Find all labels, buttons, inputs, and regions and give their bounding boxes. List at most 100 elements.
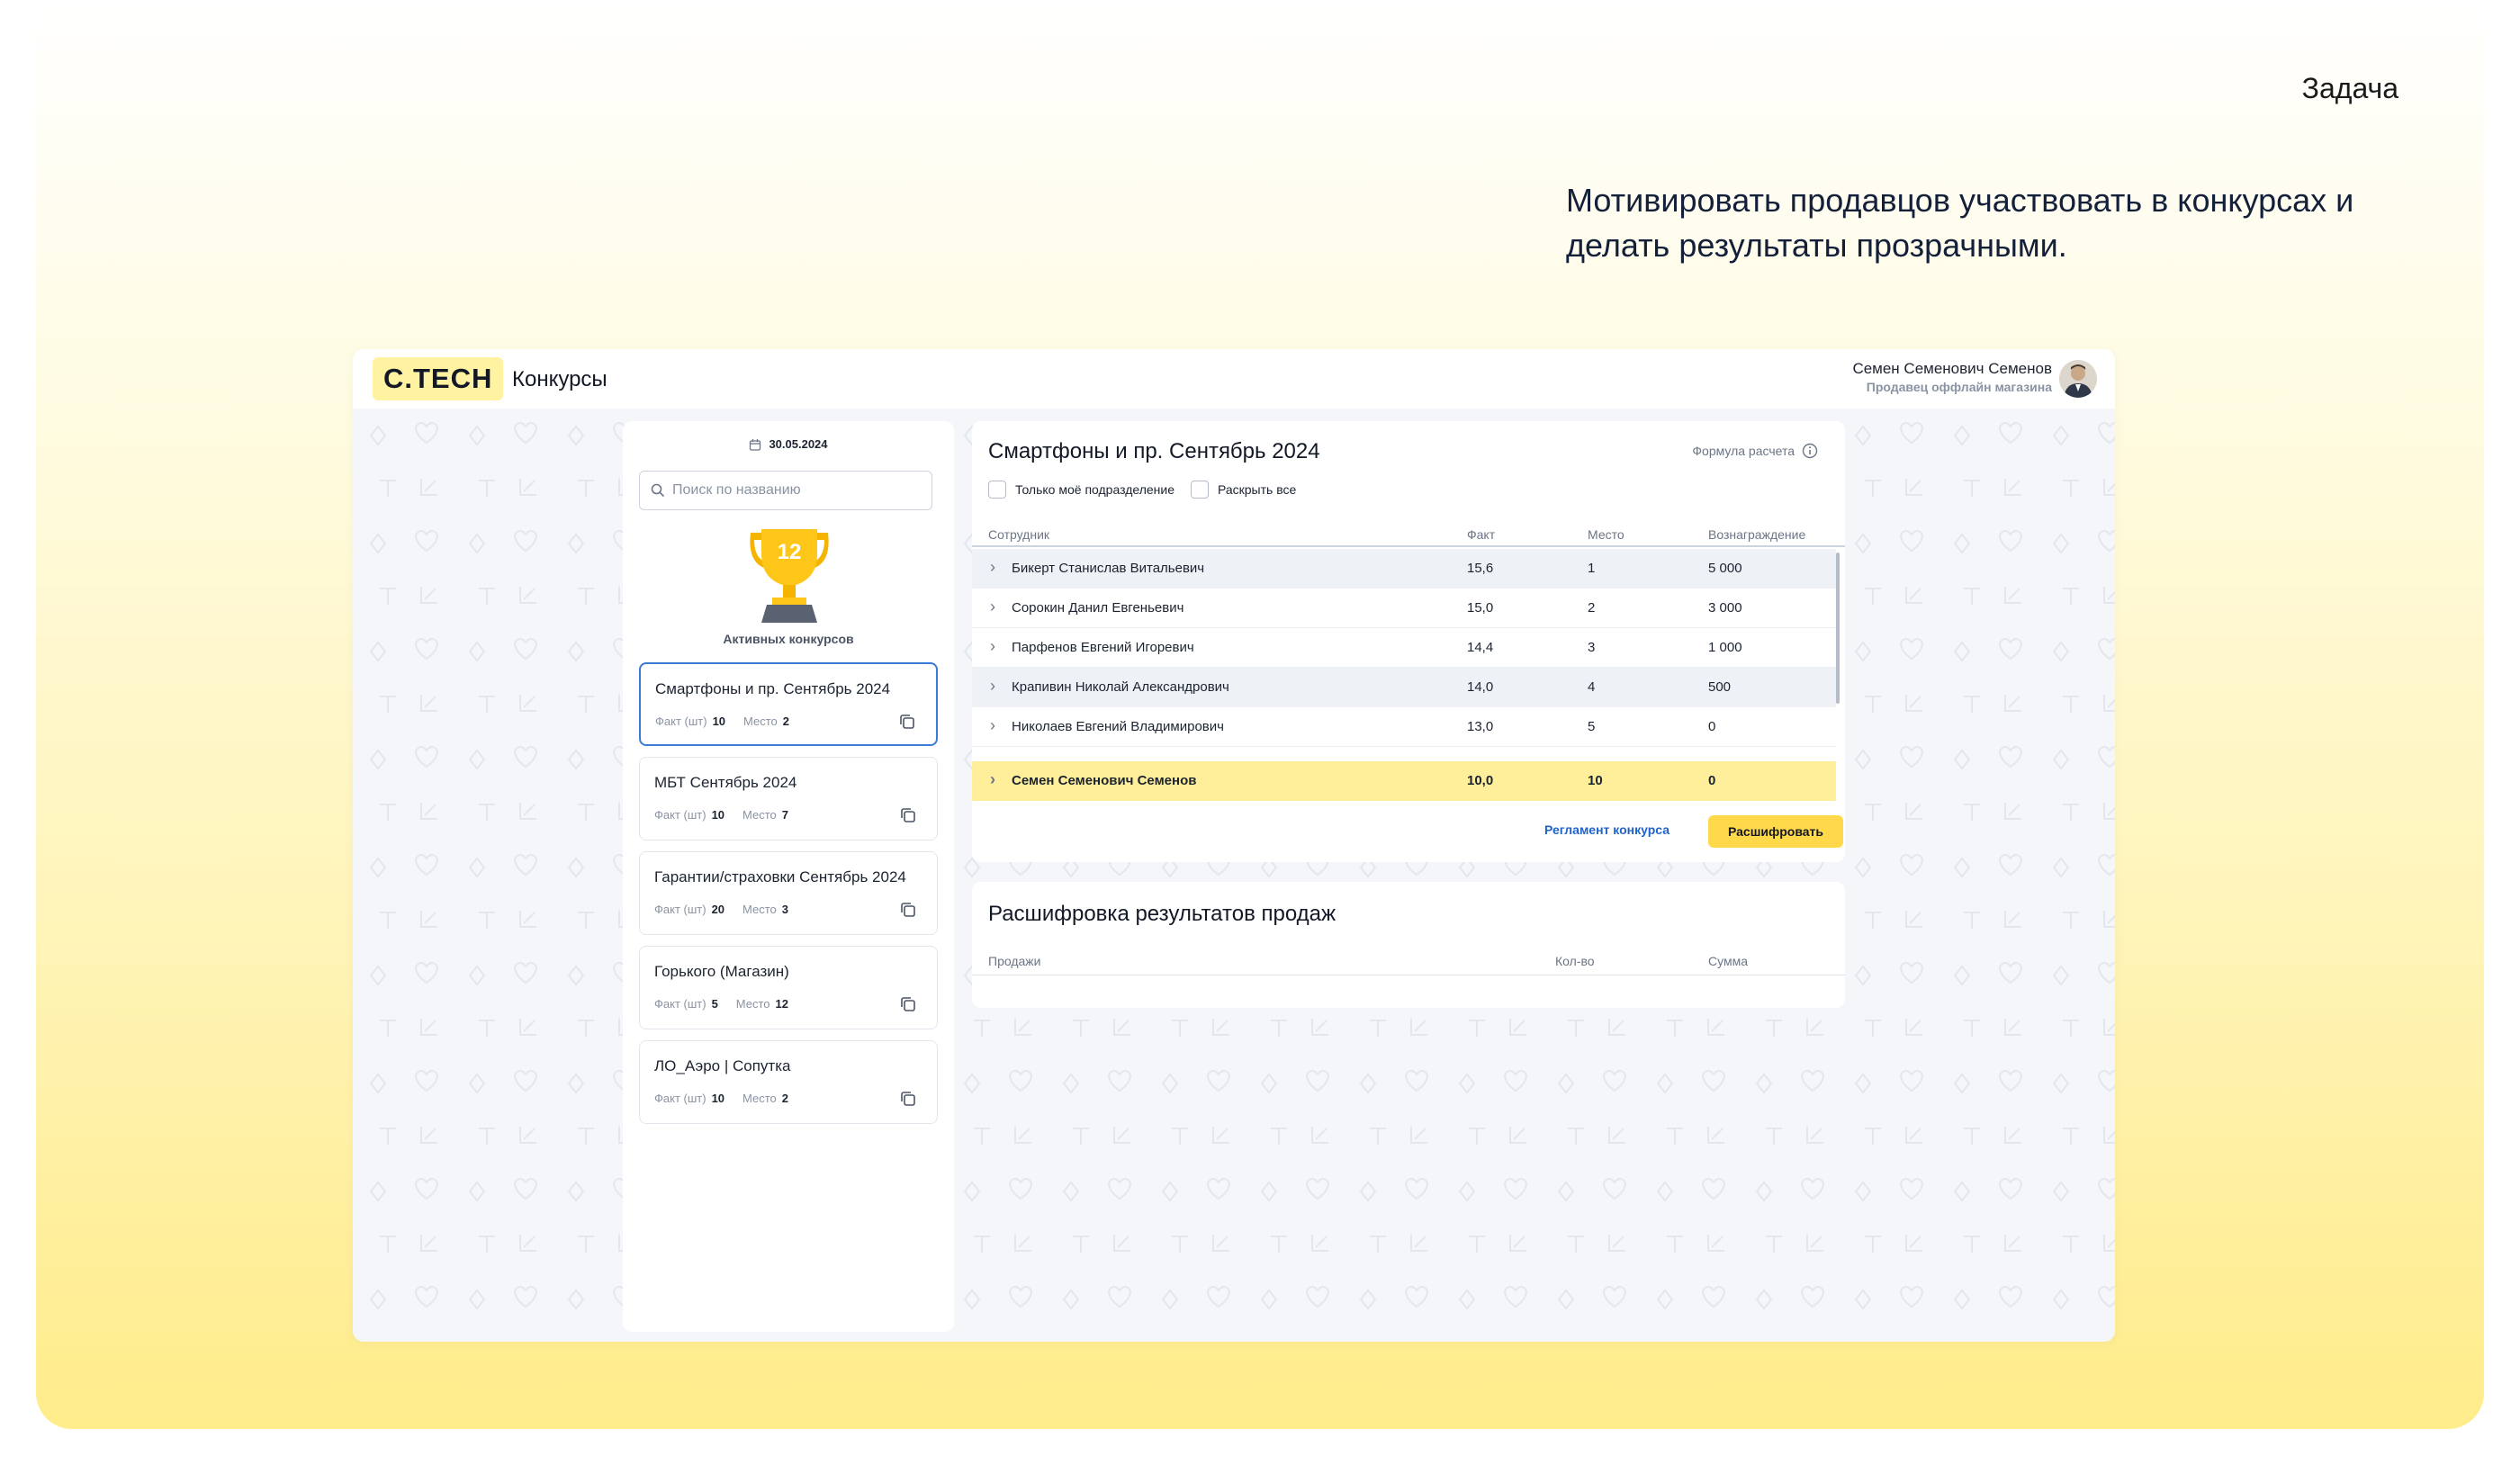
table-row[interactable]: › Бикерт Станислав Витальевич 15,6 1 5 0… <box>972 549 1836 589</box>
fact-value: 10 <box>711 808 725 822</box>
copy-icon[interactable] <box>898 713 916 731</box>
place-value: 3 <box>781 903 789 916</box>
contest-card-title: МБТ Сентябрь 2024 <box>654 774 797 791</box>
place-label: Место <box>742 903 777 916</box>
reward-value: 0 <box>1708 719 1716 734</box>
contest-card[interactable]: ЛО_Аэро | Сопутка Факт (шт) 10 Место 2 <box>639 1040 938 1124</box>
place-value: 2 <box>782 715 790 728</box>
fact-label: Факт (шт) <box>654 903 706 916</box>
decode-button[interactable]: Расшифровать <box>1708 815 1843 848</box>
fact-label: Факт (шт) <box>654 808 706 822</box>
avatar-icon <box>2059 360 2097 398</box>
employee-name: Николаев Евгений Владимирович <box>1012 719 1224 734</box>
fact-value: 13,0 <box>1467 719 1494 734</box>
chevron-right-icon[interactable]: › <box>990 716 995 735</box>
logo[interactable]: С.TECH <box>373 357 504 400</box>
fact-value: 10,0 <box>1467 773 1494 788</box>
table-scrollbar[interactable] <box>1836 553 1840 704</box>
column-place[interactable]: Место <box>1588 527 1624 542</box>
contest-card-title: Смартфоны и пр. Сентябрь 2024 <box>655 680 891 697</box>
place-value: 2 <box>781 1092 789 1105</box>
employee-name: Бикерт Станислав Витальевич <box>1012 561 1205 576</box>
filter-own-department[interactable]: Только моё подразделение <box>988 481 1174 499</box>
employee-name: Крапивин Николай Александрович <box>1012 679 1229 695</box>
column-fact[interactable]: Факт <box>1467 527 1495 542</box>
table-row[interactable]: › Крапивин Николай Александрович 14,0 4 … <box>972 668 1836 707</box>
active-count: 12 <box>777 540 802 564</box>
place-value: 5 <box>1588 719 1596 734</box>
sales-title: Расшифровка результатов продаж <box>988 902 1336 926</box>
fact-value: 10 <box>711 1092 725 1105</box>
top-bar: С.TECH Конкурсы Семен Семенович Семенов … <box>353 349 2115 409</box>
chevron-right-icon[interactable]: › <box>990 558 995 577</box>
copy-icon[interactable] <box>899 901 917 919</box>
fact-label: Факт (шт) <box>654 997 706 1011</box>
table-row[interactable]: › Сорокин Данил Евгеньевич 15,0 2 3 000 <box>972 589 1836 628</box>
reward-value: 0 <box>1708 773 1716 788</box>
avatar[interactable] <box>2059 360 2097 398</box>
search-input[interactable] <box>672 482 906 499</box>
contest-card[interactable]: МБТ Сентябрь 2024 Факт (шт) 10 Место 7 <box>639 757 938 840</box>
column-sum[interactable]: Сумма <box>1708 954 1748 968</box>
copy-icon[interactable] <box>899 806 917 824</box>
current-user-row[interactable]: › Семен Семенович Семенов 10,0 10 0 <box>972 761 1836 801</box>
contest-card[interactable]: Смартфоны и пр. Сентябрь 2024 Факт (шт) 1… <box>639 662 938 746</box>
contest-card[interactable]: Гарантии/страховки Сентябрь 2024 Факт (ш… <box>639 851 938 935</box>
user-name: Семен Семенович Семенов <box>1852 360 2052 377</box>
column-employee[interactable]: Сотрудник <box>988 527 1049 542</box>
place-label: Место <box>742 1092 777 1105</box>
user-info[interactable]: Семен Семенович Семенов Продавец оффлайн… <box>1852 360 2052 394</box>
fact-value: 14,0 <box>1467 679 1494 695</box>
fact-value: 20 <box>711 903 725 916</box>
table-row[interactable]: › Николаев Евгений Владимирович 13,0 5 0 <box>972 707 1836 747</box>
fact-label: Факт (шт) <box>655 715 707 728</box>
date-row[interactable]: 30.05.2024 <box>623 437 954 451</box>
fact-value: 15,0 <box>1467 600 1494 616</box>
user-role: Продавец оффлайн магазина <box>1866 380 2052 394</box>
place-value: 3 <box>1588 640 1596 655</box>
date-value: 30.05.2024 <box>769 437 828 451</box>
contest-title: Смартфоны и пр. Сентябрь 2024 <box>988 439 1320 463</box>
chevron-right-icon[interactable]: › <box>990 677 995 696</box>
fact-label: Факт (шт) <box>654 1092 706 1105</box>
column-sales[interactable]: Продажи <box>988 954 1040 968</box>
filter-expand-label: Раскрыть все <box>1217 482 1297 497</box>
task-text: Мотивировать продавцов участвовать в кон… <box>1566 182 2354 264</box>
checkbox[interactable] <box>988 481 1006 499</box>
calendar-icon <box>750 438 761 451</box>
column-reward[interactable]: Вознаграждение <box>1708 527 1805 542</box>
reward-value: 3 000 <box>1708 600 1742 616</box>
column-qty[interactable]: Кол-во <box>1555 954 1595 968</box>
employee-name: Семен Семенович Семенов <box>1012 773 1197 788</box>
contest-card-title: ЛО_Аэро | Сопутка <box>654 1057 791 1074</box>
contest-card[interactable]: Горького (Магазин) Факт (шт) 5 Место 12 <box>639 946 938 1029</box>
place-value: 7 <box>781 808 789 822</box>
fact-value: 15,6 <box>1467 561 1494 576</box>
fact-value: 14,4 <box>1467 640 1494 655</box>
section-title: Конкурсы <box>512 367 608 391</box>
contest-rules-link[interactable]: Регламент конкурса <box>1544 822 1670 837</box>
employee-name: Сорокин Данил Евгеньевич <box>1012 600 1184 616</box>
chevron-right-icon[interactable]: › <box>990 637 995 656</box>
filter-expand-all[interactable]: Раскрыть все <box>1190 481 1297 499</box>
reward-value: 1 000 <box>1708 640 1742 655</box>
checkbox[interactable] <box>1190 481 1209 499</box>
table-header: Сотрудник Факт Место Вознаграждение <box>972 520 1845 547</box>
chevron-right-icon[interactable]: › <box>990 770 995 789</box>
employee-name: Парфенов Евгений Игоревич <box>1012 640 1194 655</box>
place-label: Место <box>742 808 777 822</box>
table-row[interactable]: › Парфенов Евгений Игоревич 14,4 3 1 000 <box>972 628 1836 668</box>
app-window: С.TECH Конкурсы Семен Семенович Семенов … <box>353 349 2115 1342</box>
place-label: Место <box>735 997 770 1011</box>
place-label: Место <box>743 715 778 728</box>
filters: Только моё подразделение Раскрыть все <box>988 481 1296 499</box>
formula-link[interactable]: Формула расчета <box>1692 443 1818 459</box>
chevron-right-icon[interactable]: › <box>990 598 995 616</box>
formula-label: Формула расчета <box>1692 444 1795 458</box>
copy-icon[interactable] <box>899 1090 917 1108</box>
active-contests-label: Активных конкурсов <box>723 632 854 646</box>
search-field[interactable] <box>639 471 932 510</box>
reward-value: 5 000 <box>1708 561 1742 576</box>
sales-table-header: Продажи Кол-во Сумма <box>972 945 1845 975</box>
copy-icon[interactable] <box>899 995 917 1013</box>
